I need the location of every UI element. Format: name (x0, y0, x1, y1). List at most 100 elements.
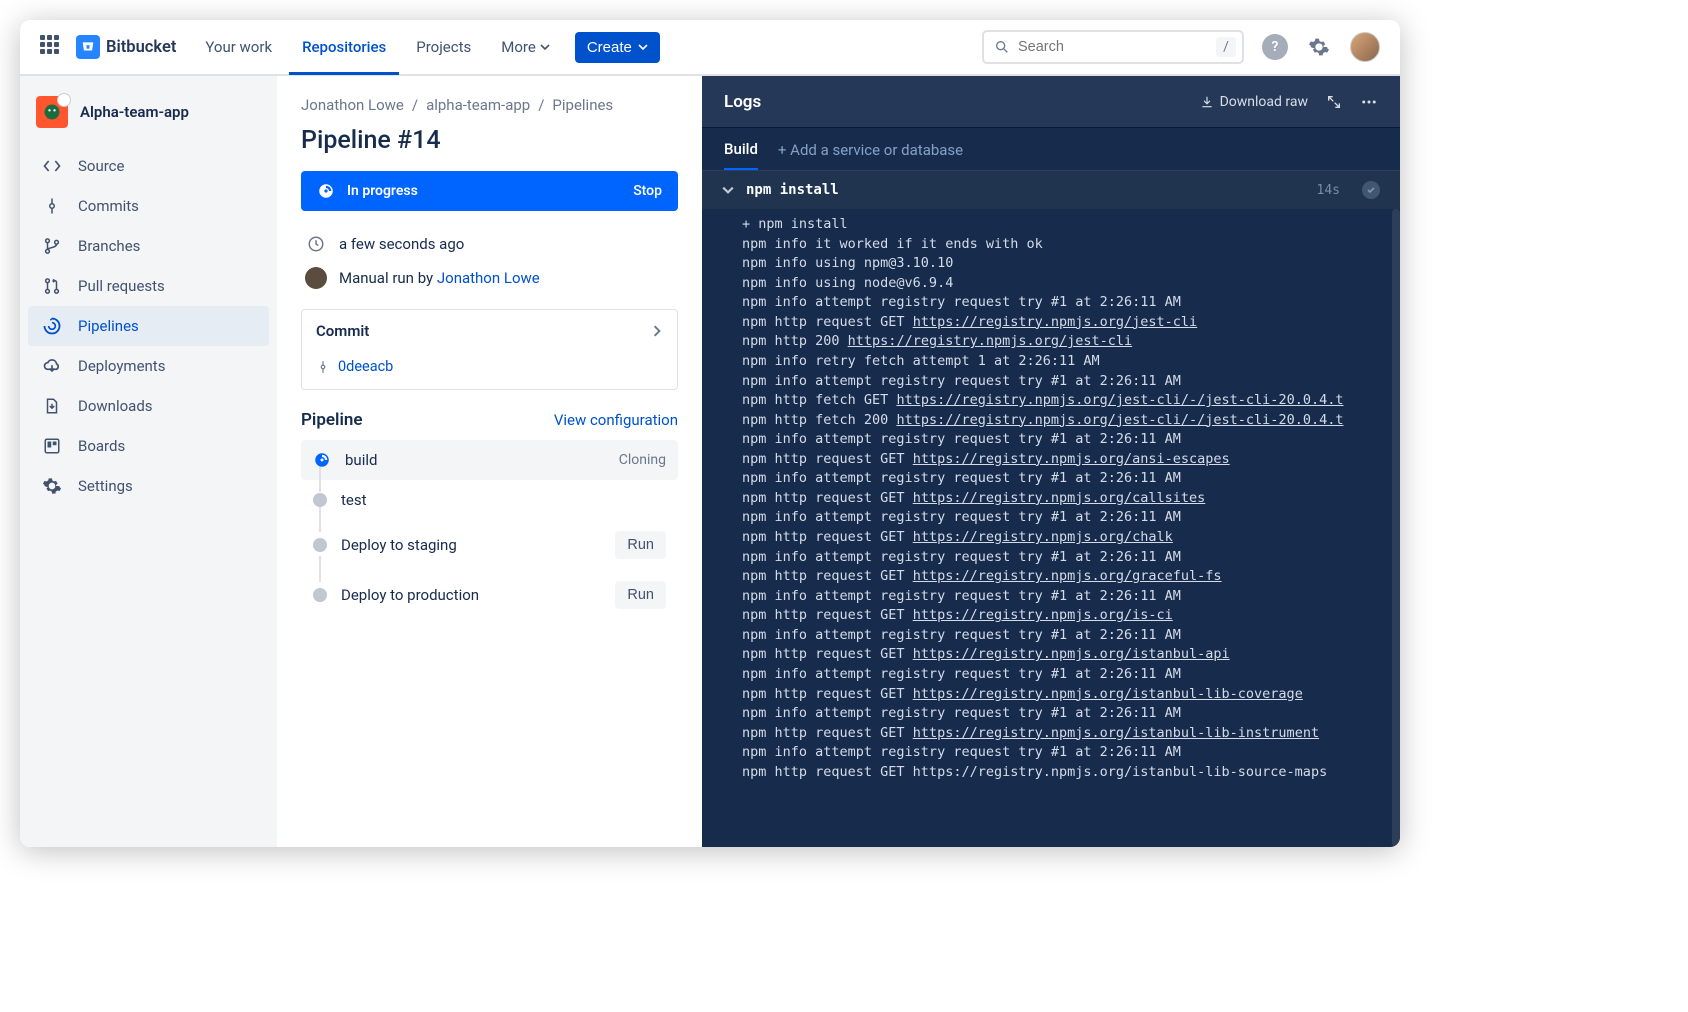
pipeline-stage[interactable]: buildCloning (301, 440, 678, 480)
tab-build[interactable]: Build (724, 140, 758, 170)
log-url-link[interactable]: https://registry.npmjs.org/jest-cli (848, 333, 1132, 349)
sidebar-item-settings[interactable]: Settings (28, 466, 269, 506)
settings-icon[interactable] (1306, 34, 1332, 60)
sidebar-item-label: Boards (78, 437, 125, 455)
log-url-link[interactable]: https://registry.npmjs.org/istanbul-api (913, 646, 1230, 662)
log-line: npm http request GET https://registry.np… (742, 763, 1400, 783)
run-by-user-link[interactable]: Jonathon Lowe (437, 269, 540, 287)
sidebar-item-label: Pull requests (78, 277, 165, 295)
product-name: Bitbucket (106, 38, 176, 57)
more-actions-button[interactable] (1360, 93, 1378, 111)
run-stage-button[interactable]: Run (615, 531, 666, 559)
user-avatar[interactable] (1350, 32, 1380, 62)
log-step-duration: 14s (1317, 183, 1340, 198)
sidebar-item-pull-requests[interactable]: Pull requests (28, 266, 269, 306)
scrollbar-thumb[interactable] (1392, 217, 1398, 261)
log-url-link[interactable]: https://registry.npmjs.org/chalk (913, 529, 1173, 545)
log-url-link[interactable]: https://registry.npmjs.org/ansi-escapes (913, 451, 1230, 467)
log-line: npm http request GET https://registry.np… (742, 606, 1400, 626)
sidebar-item-label: Commits (78, 197, 139, 215)
nav-item-repositories[interactable]: Repositories (289, 20, 399, 75)
log-url-link[interactable]: https://registry.npmjs.org/callsites (913, 490, 1206, 506)
sidebar-item-label: Downloads (78, 397, 153, 415)
log-line: npm http request GET https://registry.np… (742, 450, 1400, 470)
top-nav: Bitbucket Your workRepositoriesProjectsM… (20, 20, 1400, 76)
sidebar-item-source[interactable]: Source (28, 146, 269, 186)
log-url-link[interactable]: https://registry.npmjs.org/jest-cli (913, 314, 1197, 330)
create-button[interactable]: Create (575, 32, 660, 63)
sidebar-item-commits[interactable]: Commits (28, 186, 269, 226)
log-line: npm info attempt registry request try #1… (742, 469, 1400, 489)
log-line: npm http fetch 200 https://registry.npmj… (742, 411, 1400, 431)
log-output[interactable]: + npm installnpm info it worked if it en… (702, 209, 1400, 847)
sidebar-item-boards[interactable]: Boards (28, 426, 269, 466)
log-line: npm info attempt registry request try #1… (742, 704, 1400, 724)
log-line: npm http request GET https://registry.np… (742, 685, 1400, 705)
log-line: npm info attempt registry request try #1… (742, 430, 1400, 450)
pipeline-stage[interactable]: test (301, 480, 678, 520)
pipeline-stage[interactable]: Deploy to productionRun (301, 570, 678, 620)
log-url-link[interactable]: https://registry.npmjs.org/istanbul-lib-… (913, 725, 1319, 741)
log-line: npm info retry fetch attempt 1 at 2:26:1… (742, 352, 1400, 372)
commit-hash-link[interactable]: 0deeacb (338, 358, 393, 375)
nav-item-more[interactable]: More (488, 20, 563, 75)
log-url-link[interactable]: https://registry.npmjs.org/jest-cli/-/je… (896, 392, 1343, 408)
log-step-header[interactable]: npm install 14s (702, 171, 1400, 209)
run-stage-button[interactable]: Run (615, 581, 666, 609)
log-url-link[interactable]: https://registry.npmjs.org/jest-cli/-/je… (896, 412, 1343, 428)
sidebar-item-label: Deployments (78, 357, 165, 375)
view-configuration-link[interactable]: View configuration (554, 411, 678, 429)
log-line: npm http 200 https://registry.npmjs.org/… (742, 332, 1400, 352)
tab-add-service[interactable]: + Add a service or database (778, 141, 963, 169)
triggerer-avatar (305, 267, 327, 289)
nav-item-projects[interactable]: Projects (403, 20, 484, 75)
help-icon[interactable]: ? (1262, 34, 1288, 60)
log-url-link[interactable]: https://registry.npmjs.org/is-ci (913, 607, 1173, 623)
sidebar-item-downloads[interactable]: Downloads (28, 386, 269, 426)
breadcrumb-repo[interactable]: alpha-team-app (426, 96, 530, 114)
log-line: npm info attempt registry request try #1… (742, 548, 1400, 568)
download-raw-button[interactable]: Download raw (1200, 94, 1308, 110)
stage-name: build (345, 451, 377, 469)
fullscreen-button[interactable] (1326, 94, 1342, 110)
app-switcher-icon[interactable] (40, 35, 64, 59)
chevron-down-icon (638, 42, 648, 52)
pipeline-stage[interactable]: Deploy to stagingRun (301, 520, 678, 570)
sidebar-item-deployments[interactable]: Deployments (28, 346, 269, 386)
breadcrumb: Jonathon Lowe / alpha-team-app / Pipelin… (301, 96, 678, 114)
commit-card-header[interactable]: Commit (302, 310, 677, 352)
main-content: Jonathon Lowe / alpha-team-app / Pipelin… (277, 76, 702, 847)
stop-button[interactable]: Stop (633, 183, 662, 199)
search-input[interactable] (1018, 39, 1208, 55)
project-name: Alpha-team-app (80, 103, 189, 121)
log-line: npm http request GET https://registry.np… (742, 567, 1400, 587)
chevron-down-icon (540, 42, 550, 52)
commit-icon (316, 360, 330, 374)
log-url-link[interactable]: https://registry.npmjs.org/istanbul-lib-… (913, 686, 1303, 702)
log-line: npm http request GET https://registry.np… (742, 724, 1400, 744)
sidebar-item-branches[interactable]: Branches (28, 226, 269, 266)
boards-icon (42, 436, 62, 456)
breadcrumb-section[interactable]: Pipelines (552, 96, 613, 114)
stage-dot-icon (313, 538, 327, 552)
settings-icon (42, 476, 62, 496)
logs-panel: Logs Download raw Build + Add a service … (702, 76, 1400, 847)
log-line: npm info attempt registry request try #1… (742, 293, 1400, 313)
step-status-icon (1362, 181, 1380, 199)
commit-card: Commit 0deeacb (301, 309, 678, 390)
stage-dot-icon (313, 588, 327, 602)
log-step-name: npm install (746, 182, 839, 198)
deployments-icon (42, 356, 62, 376)
product-logo[interactable]: Bitbucket (76, 35, 176, 59)
sidebar-item-pipelines[interactable]: Pipelines (28, 306, 269, 346)
log-line: npm info attempt registry request try #1… (742, 665, 1400, 685)
project-header[interactable]: Alpha-team-app (28, 96, 269, 146)
log-url-link[interactable]: https://registry.npmjs.org/graceful-fs (913, 568, 1222, 584)
nav-item-your-work[interactable]: Your work (192, 20, 285, 75)
chevron-right-icon (651, 325, 663, 337)
search-box[interactable]: / (982, 30, 1244, 64)
pull-requests-icon (42, 276, 62, 296)
breadcrumb-owner[interactable]: Jonathon Lowe (301, 96, 404, 114)
pipeline-status-bar: In progress Stop (301, 171, 678, 211)
logs-title: Logs (724, 92, 761, 112)
